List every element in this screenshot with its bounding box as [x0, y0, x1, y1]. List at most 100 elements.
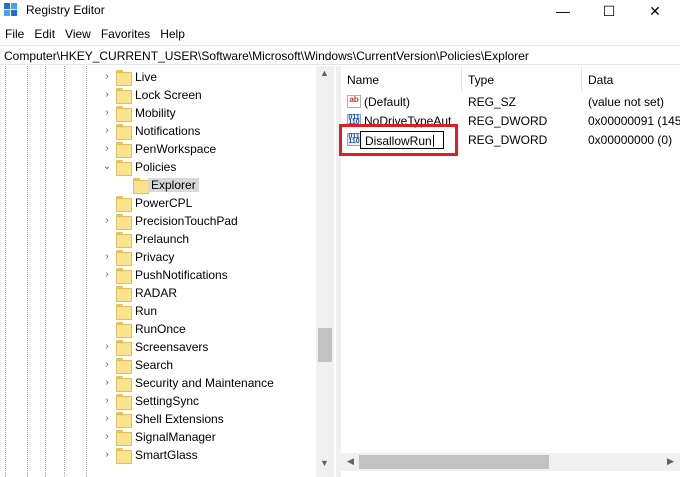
- tree-item-label: Live: [135, 70, 158, 84]
- close-button[interactable]: ✕: [632, 0, 678, 22]
- scroll-down-icon[interactable]: ▼: [320, 458, 329, 468]
- tree-item-label: RADAR: [135, 286, 178, 300]
- folder-icon: [116, 250, 132, 266]
- tree-item-label: Shell Extensions: [135, 412, 224, 426]
- tree-item-label: PowerCPL: [135, 196, 193, 210]
- chevron-right-icon[interactable]: ›: [102, 252, 112, 262]
- chevron-right-icon[interactable]: ›: [102, 432, 112, 442]
- title-bar: Registry Editor — ☐ ✕: [0, 0, 680, 22]
- minimize-button[interactable]: —: [540, 0, 586, 22]
- tree-item-label: Explorer: [148, 178, 199, 192]
- chevron-down-icon[interactable]: ⌄: [102, 162, 112, 172]
- maximize-icon: ☐: [602, 2, 616, 19]
- value-row-default[interactable]: ab (Default) REG_SZ (value not set): [341, 92, 680, 111]
- folder-icon: [116, 376, 132, 392]
- folder-icon: [116, 88, 132, 104]
- tree-item-mobility[interactable]: › Mobility: [0, 104, 316, 122]
- folder-icon: [116, 304, 132, 320]
- menu-favorites[interactable]: Favorites: [96, 24, 155, 44]
- scroll-up-icon[interactable]: ▲: [320, 68, 329, 78]
- value-type: REG_SZ: [468, 95, 517, 109]
- tree-item-live[interactable]: › Live: [0, 68, 316, 86]
- folder-icon: [133, 178, 149, 194]
- menu-file[interactable]: File: [0, 24, 29, 44]
- folder-icon: [116, 160, 132, 176]
- tree-item-powercpl[interactable]: PowerCPL: [0, 194, 316, 212]
- tree-item-label: SmartGlass: [135, 448, 198, 462]
- tree-item-label: SignalManager: [135, 430, 216, 444]
- chevron-right-icon[interactable]: ›: [102, 360, 112, 370]
- tree-scroll-thumb[interactable]: [318, 328, 332, 362]
- column-header-type[interactable]: Type: [462, 66, 582, 92]
- annotation-highlight-box: [339, 124, 458, 156]
- tree-item-label: Screensavers: [135, 340, 209, 354]
- tree-item-explorer[interactable]: Explorer: [0, 176, 316, 194]
- chevron-right-icon[interactable]: ›: [102, 342, 112, 352]
- chevron-right-icon[interactable]: ›: [102, 450, 112, 460]
- column-header-data[interactable]: Data: [582, 66, 680, 92]
- folder-icon: [116, 430, 132, 446]
- column-header-name[interactable]: Name: [341, 66, 462, 92]
- tree-item-pushnotifications[interactable]: › PushNotifications: [0, 266, 316, 284]
- tree-item-signalmanager[interactable]: › SignalManager: [0, 428, 316, 446]
- tree-item-search[interactable]: › Search: [0, 356, 316, 374]
- tree-item-notifications[interactable]: › Notifications: [0, 122, 316, 140]
- tree-vertical-scrollbar[interactable]: ▲ ▼: [316, 66, 334, 477]
- scroll-right-icon[interactable]: ▶: [667, 456, 674, 467]
- folder-icon: [116, 124, 132, 140]
- value-data: 0x00000000 (0): [588, 133, 673, 147]
- list-horizontal-scrollbar[interactable]: ◀ ▶: [341, 453, 680, 471]
- value-data: (value not set): [588, 95, 665, 109]
- minimize-icon: —: [556, 3, 570, 19]
- tree-item-label: RunOnce: [135, 322, 186, 336]
- tree-item-label: PenWorkspace: [135, 142, 217, 156]
- folder-icon: [116, 214, 132, 230]
- tree-item-label: Run: [135, 304, 158, 318]
- chevron-right-icon[interactable]: ›: [102, 72, 112, 82]
- tree-item-label: Mobility: [135, 106, 176, 120]
- folder-icon: [116, 340, 132, 356]
- tree-item-policies[interactable]: ⌄ Policies: [0, 158, 316, 176]
- key-tree[interactable]: › Live › Lock Screen › Mobility › Notifications…: [0, 66, 336, 477]
- chevron-right-icon[interactable]: ›: [102, 414, 112, 424]
- chevron-right-icon[interactable]: ›: [102, 90, 112, 100]
- tree-item-precisiontouchpad[interactable]: › PrecisionTouchPad: [0, 212, 316, 230]
- tree-item-penworkspace[interactable]: › PenWorkspace: [0, 140, 316, 158]
- menu-edit[interactable]: Edit: [29, 24, 60, 44]
- list-scroll-thumb[interactable]: [359, 455, 549, 469]
- scroll-left-icon[interactable]: ◀: [347, 456, 354, 467]
- folder-icon: [116, 106, 132, 122]
- address-bar[interactable]: Computer\HKEY_CURRENT_USER\Software\Micr…: [0, 45, 680, 65]
- tree-item-settingsync[interactable]: › SettingSync: [0, 392, 316, 410]
- tree-item-runonce[interactable]: RunOnce: [0, 320, 316, 338]
- folder-icon: [116, 358, 132, 374]
- tree-item-run[interactable]: Run: [0, 302, 316, 320]
- tree-item-label: Prelaunch: [135, 232, 190, 246]
- chevron-right-icon[interactable]: ›: [102, 378, 112, 388]
- chevron-right-icon[interactable]: ›: [102, 396, 112, 406]
- chevron-right-icon[interactable]: ›: [102, 108, 112, 118]
- maximize-button[interactable]: ☐: [586, 0, 632, 22]
- chevron-right-icon[interactable]: ›: [102, 216, 112, 226]
- chevron-right-icon[interactable]: ›: [102, 270, 112, 280]
- value-name: (Default): [364, 95, 411, 109]
- menu-view[interactable]: View: [60, 24, 96, 44]
- tree-item-shell-extensions[interactable]: › Shell Extensions: [0, 410, 316, 428]
- tree-item-lock-screen[interactable]: › Lock Screen: [0, 86, 316, 104]
- folder-icon: [116, 394, 132, 410]
- value-data: 0x00000091 (145): [588, 114, 680, 128]
- tree-item-smartglass[interactable]: › SmartGlass: [0, 446, 316, 464]
- tree-item-radar[interactable]: RADAR: [0, 284, 316, 302]
- tree-item-screensavers[interactable]: › Screensavers: [0, 338, 316, 356]
- tree-item-prelaunch[interactable]: Prelaunch: [0, 230, 316, 248]
- tree-item-label: SettingSync: [135, 394, 200, 408]
- folder-icon: [116, 322, 132, 338]
- tree-item-label: Policies: [135, 160, 177, 174]
- registry-editor-icon: [4, 3, 17, 16]
- close-icon: ✕: [649, 2, 661, 19]
- tree-item-privacy[interactable]: › Privacy: [0, 248, 316, 266]
- tree-item-security-and-maintenance[interactable]: › Security and Maintenance: [0, 374, 316, 392]
- chevron-right-icon[interactable]: ›: [102, 126, 112, 136]
- menu-help[interactable]: Help: [155, 24, 190, 44]
- chevron-right-icon[interactable]: ›: [102, 144, 112, 154]
